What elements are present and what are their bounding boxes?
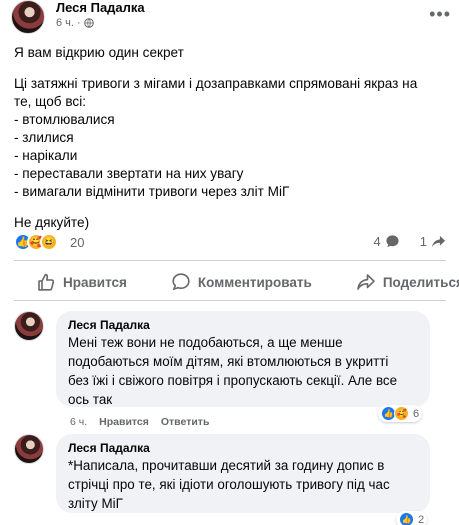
more-options-icon[interactable]: ••• xyxy=(429,4,451,25)
post-actions: Нравится Комментировать Поделиться xyxy=(14,266,459,298)
like-button[interactable]: Нравится xyxy=(14,266,149,298)
comment-bubble: Леся Падалка Мені теж вони не подобаютьс… xyxy=(56,311,430,407)
commenter-avatar[interactable] xyxy=(14,311,44,341)
post-time[interactable]: 6 ч. xyxy=(56,17,74,29)
care-icon: 🥰 xyxy=(394,406,409,421)
share-button-label: Поделиться xyxy=(382,274,459,290)
post-stats: 4 1 xyxy=(374,234,446,249)
post-author[interactable]: Леся Падалка xyxy=(56,0,145,15)
comment-time[interactable]: 6 ч. xyxy=(70,416,87,428)
comment-text: Мені теж вони не подобаються, а ще менше… xyxy=(68,335,398,407)
comment-button-label: Комментировать xyxy=(197,274,312,290)
author-avatar[interactable] xyxy=(11,0,45,34)
thumbs-up-icon xyxy=(38,273,55,291)
share-icon xyxy=(357,274,375,290)
comments-count[interactable]: 4 xyxy=(374,234,381,249)
divider xyxy=(14,300,446,301)
comment-author[interactable]: Леся Падалка xyxy=(68,440,418,456)
reaction-icons[interactable]: 👍 🥰 😆 xyxy=(14,233,58,251)
reactions-summary: 👍 🥰 😆 20 4 1 xyxy=(14,233,446,253)
divider xyxy=(14,260,446,261)
comment-reaction-count: 2 xyxy=(418,513,425,525)
comment-button[interactable]: Комментировать xyxy=(149,266,334,298)
globe-icon xyxy=(83,18,94,28)
share-arrow-icon xyxy=(431,235,446,248)
comment: Леся Падалка *Написала, прочитавши десят… xyxy=(14,434,446,525)
comment-meta: 6 ч. Нравится Ответить xyxy=(70,416,209,428)
shares-count[interactable]: 1 xyxy=(420,234,427,249)
comment-icon xyxy=(172,273,190,291)
haha-icon: 😆 xyxy=(40,233,58,251)
post-body: Я вам відкрию один секрет Ці затяжні три… xyxy=(14,44,446,232)
comment-reaction-count: 6 xyxy=(413,407,420,420)
like-icon: 👍 xyxy=(399,512,414,525)
comment-bubble-icon xyxy=(386,235,399,248)
comment-bubble: Леся Падалка *Написала, прочитавши десят… xyxy=(56,434,430,513)
comment-author[interactable]: Леся Падалка xyxy=(68,317,418,333)
comment: Леся Падалка Мені теж вони не подобаютьс… xyxy=(14,311,446,431)
comment-reactions[interactable]: 👍 🥰 6 xyxy=(378,405,423,422)
comment-like-button[interactable]: Нравится xyxy=(99,416,149,428)
reaction-count[interactable]: 20 xyxy=(70,235,84,250)
post-text-closing: Не дякуйте) xyxy=(14,215,90,230)
post-text-line1: Я вам відкрию один секрет xyxy=(14,45,184,60)
comment-text: *Написала, прочитавши десятий за годину … xyxy=(68,458,390,511)
share-button[interactable]: Поделиться xyxy=(334,266,459,298)
comment-reply-button[interactable]: Ответить xyxy=(161,416,210,428)
post-meta: 6 ч. · xyxy=(56,17,94,29)
post-header: Леся Падалка 6 ч. · ••• xyxy=(11,0,451,38)
post-text-list: Ці затяжні тривоги з мігами і дозаправка… xyxy=(14,76,418,199)
comment-reactions[interactable]: 👍 2 xyxy=(396,511,428,525)
like-button-label: Нравится xyxy=(63,274,127,290)
commenter-avatar[interactable] xyxy=(14,434,44,464)
